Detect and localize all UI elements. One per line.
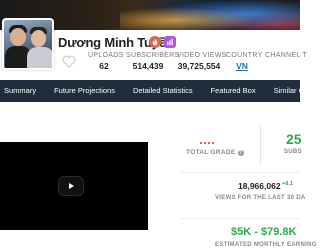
stat-channel-type: CHANNEL T	[265, 52, 315, 59]
views-30-days-label: VIEWS FOR THE LAST 30 DA	[215, 195, 306, 201]
stat-uploads: UPLOADS 62	[88, 52, 124, 71]
monthly-earnings-label: ESTIMATED MONTHLY EARNING	[215, 242, 317, 248]
country-link[interactable]: VN	[226, 61, 258, 71]
info-icon[interactable]: ?	[237, 150, 244, 156]
views-30-days-value: 18,966,062	[238, 181, 281, 191]
stat-value: 39,725,554	[177, 61, 221, 71]
play-button[interactable]	[58, 176, 84, 196]
stat-video-views: VIDEO VIEWS 39,725,554	[177, 52, 227, 71]
divider	[260, 126, 261, 166]
monthly-earnings-value: $5K - $79.8K	[231, 226, 297, 238]
banner-image	[120, 0, 300, 34]
play-icon	[69, 183, 74, 189]
subscriber-rank-value: 25	[286, 131, 302, 147]
tab-similar-channels[interactable]: Similar Channels	[265, 80, 300, 102]
grade-placeholder	[200, 142, 214, 144]
bar-chart-icon[interactable]	[164, 36, 176, 48]
stat-value: 62	[99, 61, 109, 71]
total-grade-text: TOTAL GRADE	[186, 149, 236, 156]
divider	[180, 218, 300, 219]
fire-icon[interactable]	[149, 36, 161, 48]
video-player[interactable]	[0, 142, 148, 230]
tab-bar: Summary Future Projections Detailed Stat…	[0, 80, 300, 102]
tab-future-projections[interactable]: Future Projections	[45, 80, 124, 102]
stat-label: CHANNEL T	[265, 52, 307, 59]
stat-subscribers: SUBSCRIBERS 514,439	[126, 52, 180, 71]
tab-summary[interactable]: Summary	[0, 80, 45, 102]
stat-value: 514,439	[132, 61, 164, 71]
total-grade-label: TOTAL GRADE?	[186, 149, 244, 156]
tab-featured-box[interactable]: Featured Box	[202, 80, 265, 102]
stat-country: COUNTRY VN	[226, 52, 263, 71]
avatar[interactable]	[2, 18, 54, 70]
heart-icon[interactable]	[62, 55, 76, 68]
tab-detailed-statistics[interactable]: Detailed Statistics	[124, 80, 202, 102]
stat-label: VIDEO VIEWS	[177, 52, 227, 59]
stat-label: COUNTRY	[226, 52, 263, 59]
stat-label: UPLOADS	[88, 52, 124, 59]
subscriber-rank-label: SUBS	[284, 149, 302, 155]
divider	[180, 172, 300, 173]
views-30-days-delta: +8.1	[282, 181, 293, 187]
stat-label: SUBSCRIBERS	[126, 52, 180, 59]
